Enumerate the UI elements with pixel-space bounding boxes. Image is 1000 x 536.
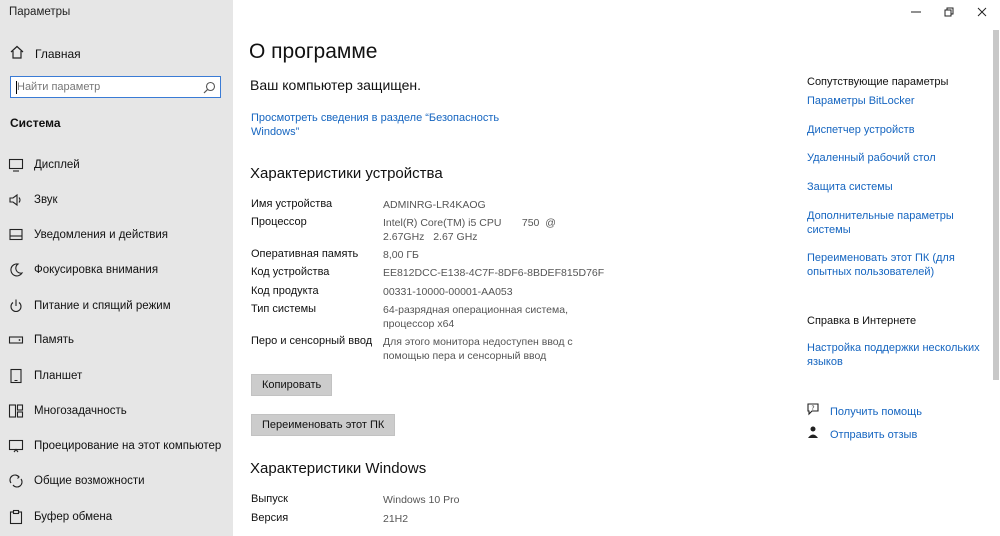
sidebar-item-label: Дисплей — [34, 159, 80, 171]
minimize-icon — [911, 11, 921, 13]
feedback-person-icon — [806, 425, 820, 444]
web-help-title: Справка в Интернете — [807, 315, 917, 327]
search-icon[interactable] — [203, 81, 216, 99]
spec-value: 64-разрядная операционная система, проце… — [383, 304, 569, 330]
minimize-button[interactable] — [908, 4, 924, 20]
spec-key: Код устройства — [251, 266, 330, 278]
sidebar-item-power[interactable]: Питание и спящий режим — [8, 295, 230, 317]
spec-value: ADMINRG-LR4KAOG — [383, 199, 486, 211]
get-help-link[interactable]: Получить помощь — [830, 406, 922, 418]
sidebar-item-projection[interactable]: Проецирование на этот компьютер — [8, 435, 230, 457]
tablet-icon — [8, 368, 24, 384]
sidebar-item-shared[interactable]: Общие возможности — [8, 470, 230, 492]
device-manager-link[interactable]: Диспетчер устройств — [807, 124, 982, 138]
spec-value: EE812DCC-E138-4C7F-8DF6-8BDEF815D76F — [383, 267, 605, 279]
restore-icon — [944, 7, 954, 17]
windows-specs-title: Характеристики Windows — [250, 460, 427, 477]
spec-value: Для этого монитора недоступен ввод с пом… — [383, 336, 573, 362]
clipboard-icon — [8, 509, 24, 525]
sidebar-item-clipboard[interactable]: Буфер обмена — [8, 506, 230, 528]
sidebar: Параметры Главная Найти параметр Система… — [0, 0, 233, 536]
security-details-link[interactable]: Просмотреть сведения в разделе “Безопасн… — [251, 111, 511, 139]
help-chat-icon: ? — [806, 402, 820, 421]
close-icon — [977, 7, 987, 17]
spec-value: 8,00 ГБ — [383, 249, 419, 261]
sidebar-item-multitasking[interactable]: Многозадачность — [8, 400, 230, 422]
rename-pc-advanced-link[interactable]: Переименовать этот ПК (для опытных польз… — [807, 252, 982, 279]
spec-key: Выпуск — [251, 493, 288, 505]
remote-desktop-link[interactable]: Удаленный рабочий стол — [807, 152, 982, 166]
home-label: Главная — [35, 47, 81, 61]
notification-icon — [8, 227, 24, 243]
rename-pc-button[interactable]: Переименовать этот ПК — [251, 414, 396, 436]
storage-icon — [8, 332, 24, 348]
sidebar-item-notifications[interactable]: Уведомления и действия — [8, 224, 230, 246]
protection-status: Ваш компьютер защищен. — [250, 77, 422, 93]
close-button[interactable] — [974, 4, 990, 20]
spec-key: Перо и сенсорный ввод — [251, 335, 373, 347]
feedback-link[interactable]: Отправить отзыв — [830, 429, 917, 441]
related-settings-title: Сопутствующие параметры — [807, 76, 949, 88]
scrollbar[interactable] — [993, 30, 999, 380]
device-specs-title: Характеристики устройства — [250, 165, 443, 182]
spec-key: Процессор — [251, 216, 307, 228]
get-help-item[interactable]: ? Получить помощь — [806, 402, 922, 421]
spec-value: Windows 10 Pro — [383, 494, 460, 506]
sidebar-item-sound[interactable]: Звук — [8, 189, 230, 211]
sidebar-item-label: Общие возможности — [34, 475, 145, 487]
sidebar-item-focus[interactable]: Фокусировка внимания — [8, 259, 230, 281]
shared-experiences-icon — [8, 473, 24, 489]
speaker-icon — [8, 192, 24, 208]
sidebar-item-tablet[interactable]: Планшет — [8, 365, 230, 387]
projection-icon — [8, 438, 24, 454]
power-icon — [8, 298, 24, 314]
svg-text:?: ? — [811, 405, 814, 412]
copy-button[interactable]: Копировать — [251, 374, 333, 396]
sidebar-item-label: Проецирование на этот компьютер — [34, 440, 222, 452]
advanced-system-settings-link[interactable]: Дополнительные параметры системы — [807, 210, 982, 237]
app-title: Параметры — [9, 6, 71, 18]
moon-icon — [8, 262, 24, 278]
system-protection-link[interactable]: Защита системы — [807, 181, 982, 195]
sidebar-item-label: Буфер обмена — [34, 511, 113, 523]
bitlocker-link[interactable]: Параметры BitLocker — [807, 95, 982, 109]
restore-button[interactable] — [941, 4, 957, 20]
sidebar-item-label: Звук — [34, 194, 58, 206]
sidebar-item-display[interactable]: Дисплей — [8, 154, 230, 176]
spec-key: Код продукта — [251, 285, 319, 297]
spec-key: Тип системы — [251, 303, 317, 315]
spec-value: Intel(R) Core(TM) i5 CPU 750 @ 2.67GHz 2… — [383, 217, 559, 243]
spec-key: Версия — [251, 512, 289, 524]
sidebar-item-label: Фокусировка внимания — [34, 264, 159, 276]
sidebar-item-label: Уведомления и действия — [34, 229, 169, 241]
spec-value: 21H2 — [383, 513, 409, 525]
spec-value: 00331-10000-00001-AA053 — [383, 286, 513, 298]
page-title: О программе — [249, 40, 378, 63]
sidebar-item-label: Память — [34, 334, 75, 346]
multitasking-icon — [8, 403, 24, 419]
sidebar-item-label: Планшет — [34, 370, 83, 382]
home-icon — [9, 44, 25, 65]
spec-key: Имя устройства — [251, 198, 333, 210]
spec-key: Оперативная память — [251, 248, 359, 260]
sidebar-home[interactable]: Главная — [9, 43, 81, 65]
sidebar-item-label: Питание и спящий режим — [34, 300, 171, 312]
sidebar-item-label: Многозадачность — [34, 405, 127, 417]
multilanguage-support-link[interactable]: Настройка поддержки нескольких языков — [807, 342, 982, 369]
sidebar-item-storage[interactable]: Память — [8, 329, 230, 351]
monitor-icon — [8, 157, 24, 173]
search-input[interactable]: Найти параметр — [10, 76, 221, 98]
feedback-item[interactable]: Отправить отзыв — [806, 425, 917, 444]
search-placeholder: Найти параметр — [17, 81, 101, 93]
section-title: Система — [10, 116, 61, 130]
